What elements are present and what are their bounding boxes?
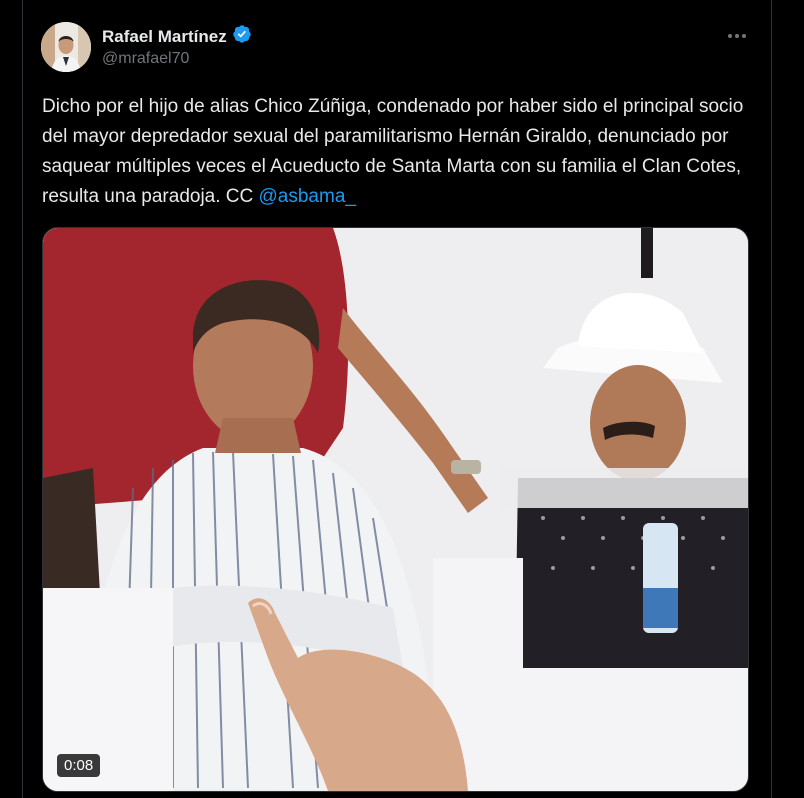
- timeline-left-border: [22, 0, 23, 798]
- tweet-body: Dicho por el hijo de alias Chico Zúñiga,…: [42, 96, 744, 207]
- timeline-right-border: [771, 0, 772, 798]
- author-handle[interactable]: @mrafael70: [102, 50, 189, 68]
- tweet-text: Dicho por el hijo de alias Chico Zúñiga,…: [42, 92, 754, 212]
- verified-badge-icon: [232, 24, 252, 49]
- author-name-row[interactable]: Rafael Martínez: [102, 24, 252, 49]
- video-duration: 0:08: [57, 754, 101, 777]
- more-horizontal-icon: [727, 26, 747, 44]
- mention-link[interactable]: @asbama_: [259, 186, 356, 207]
- avatar[interactable]: [41, 22, 91, 72]
- author-name[interactable]: Rafael Martínez: [102, 27, 227, 47]
- avatar-image: [41, 22, 91, 72]
- video-frame: [43, 228, 748, 791]
- more-options-button[interactable]: [722, 22, 752, 48]
- video-player[interactable]: 0:08: [42, 227, 749, 792]
